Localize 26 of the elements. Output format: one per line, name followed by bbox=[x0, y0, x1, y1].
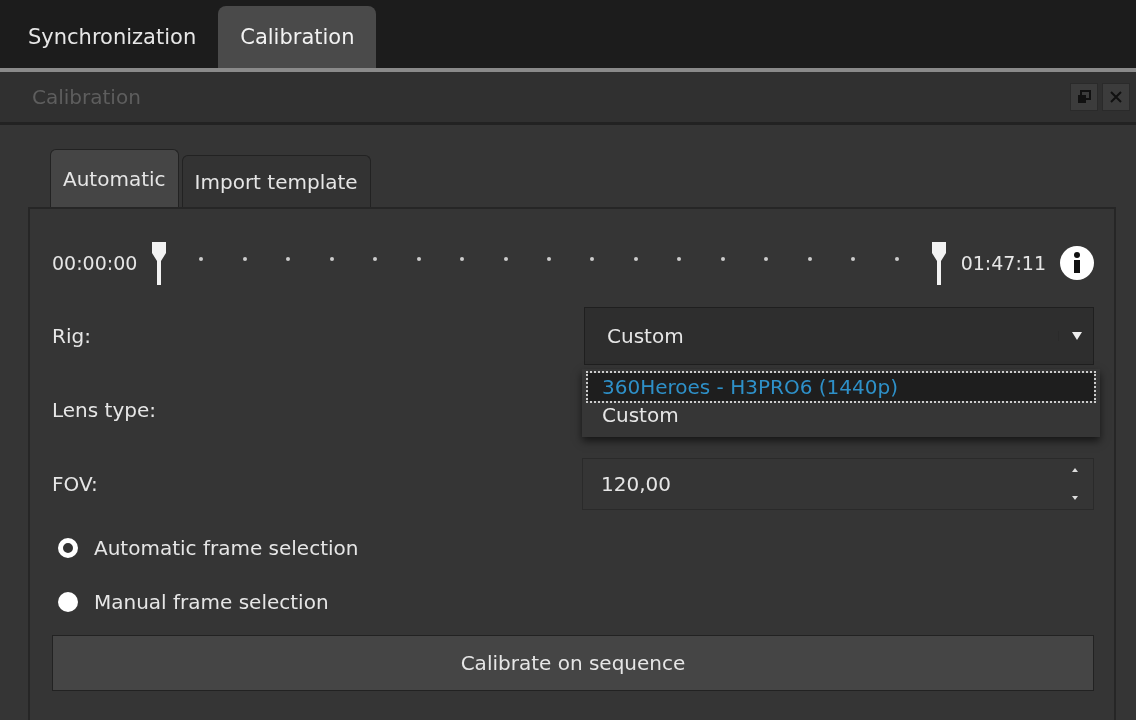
start-time: 00:00:00 bbox=[52, 252, 138, 274]
fov-label: FOV: bbox=[52, 472, 98, 496]
range-slider[interactable] bbox=[151, 241, 947, 285]
radio-label[interactable]: Automatic frame selection bbox=[94, 536, 359, 560]
calibrate-button[interactable]: Calibrate on sequence bbox=[52, 635, 1094, 691]
restore-icon bbox=[1077, 90, 1091, 104]
tab[interactable]: Import template bbox=[181, 155, 371, 207]
end-time: 01:47:11 bbox=[960, 252, 1046, 274]
radio-button[interactable] bbox=[58, 538, 78, 558]
tab[interactable]: Synchronization bbox=[6, 6, 219, 68]
rig-label: Rig: bbox=[52, 324, 91, 348]
slider-handle[interactable] bbox=[930, 241, 947, 285]
slider-handle[interactable] bbox=[151, 241, 168, 285]
dropdown-option[interactable]: Custom bbox=[588, 401, 1094, 429]
info-icon[interactable] bbox=[1060, 246, 1094, 280]
dropdown-option[interactable]: 360Heroes - H3PRO6 (1440p) bbox=[588, 373, 1094, 401]
spin-arrows-icon[interactable] bbox=[1071, 466, 1079, 502]
fov-field[interactable]: 120,00 bbox=[582, 458, 1094, 510]
tab[interactable]: Calibration bbox=[218, 6, 377, 68]
tab[interactable]: Automatic bbox=[50, 149, 179, 207]
lens-type-label: Lens type: bbox=[52, 398, 156, 422]
rig-dropdown[interactable]: Custom bbox=[584, 307, 1094, 365]
radio-label[interactable]: Manual frame selection bbox=[94, 590, 329, 614]
caret-icon bbox=[1058, 331, 1083, 341]
close-icon bbox=[1109, 90, 1123, 104]
radio-button[interactable] bbox=[58, 592, 78, 612]
